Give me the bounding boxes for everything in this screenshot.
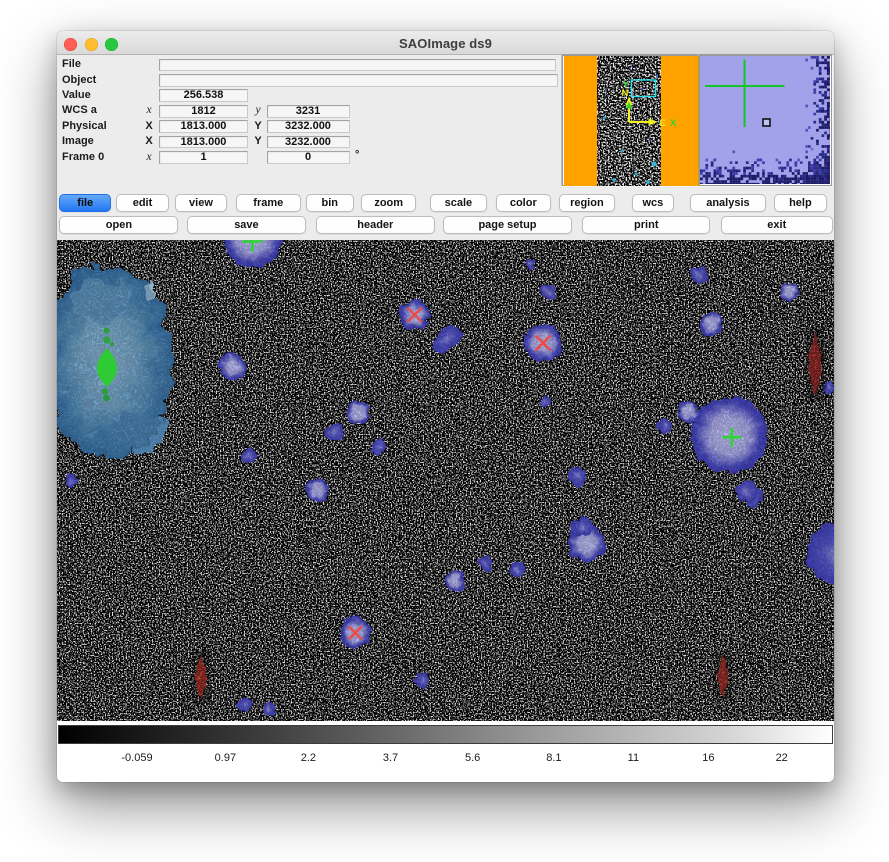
- svg-text:N: N: [621, 88, 628, 99]
- svg-text:E: E: [659, 118, 665, 129]
- svg-text:X: X: [670, 118, 677, 129]
